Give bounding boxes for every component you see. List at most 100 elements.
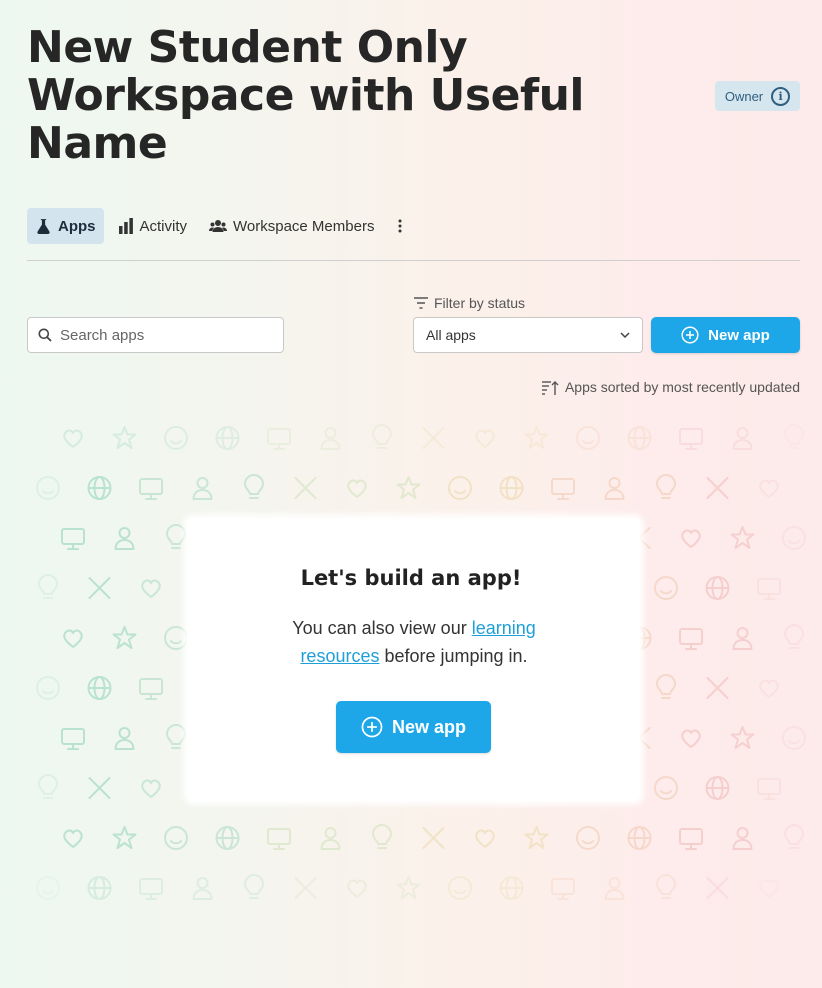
role-label: Owner: [724, 88, 764, 104]
tools-icon: [294, 877, 317, 899]
tools-icon: [422, 827, 445, 849]
star-icon: [524, 826, 549, 849]
sort-note: Apps sorted by most recently updated: [541, 376, 800, 398]
monitor-icon: [267, 828, 291, 850]
filter-label-text: Filter by status: [434, 295, 526, 311]
globe-icon: [215, 826, 240, 850]
heart-icon: [63, 429, 83, 448]
globe-icon: [215, 426, 240, 450]
globe-icon: [499, 876, 524, 900]
star-icon: [112, 426, 137, 449]
lightbulb-icon: [38, 774, 58, 799]
globe-icon: [87, 676, 112, 700]
monitor-icon: [757, 778, 781, 800]
sort-note-text: Apps sorted by most recently updated: [564, 379, 800, 395]
monitor-icon: [61, 728, 85, 750]
smiley-icon: [448, 876, 472, 900]
heart-icon: [475, 829, 495, 848]
heart-icon: [759, 479, 779, 498]
tools-icon: [706, 477, 729, 499]
more-options-button[interactable]: [388, 208, 412, 244]
person-icon: [604, 877, 625, 900]
person-icon: [604, 477, 625, 500]
tab-workspace-members[interactable]: Workspace Members: [201, 208, 382, 244]
chevron-down-icon: [620, 332, 630, 338]
person-icon: [192, 877, 213, 900]
empty-state-title: Let's build an app!: [300, 566, 522, 590]
monitor-icon: [139, 678, 163, 700]
empty-state-text-after: before jumping in.: [379, 646, 528, 666]
tools-icon: [706, 877, 729, 899]
heart-icon: [681, 529, 701, 548]
smiley-icon: [36, 676, 60, 700]
lightbulb-icon: [656, 674, 676, 699]
workspace-page: New Student Only Workspace with Useful N…: [0, 0, 822, 988]
person-icon: [114, 727, 135, 750]
smiley-icon: [36, 476, 60, 500]
lightbulb-icon: [784, 424, 804, 449]
tab-label: Apps: [58, 217, 96, 235]
filter-label: Filter by status: [414, 293, 525, 313]
bar-chart-icon: [118, 218, 133, 234]
person-icon: [732, 627, 753, 650]
star-icon: [112, 626, 137, 649]
heart-icon: [63, 829, 83, 848]
smiley-icon: [36, 876, 60, 900]
lightbulb-icon: [656, 474, 676, 499]
page-title: New Student Only Workspace with Useful N…: [27, 22, 585, 169]
monitor-icon: [551, 478, 575, 500]
lightbulb-icon: [656, 874, 676, 899]
lightbulb-icon: [166, 524, 186, 549]
workspace-tabs: Apps Activity Workspace Members: [27, 208, 412, 244]
empty-state-button-label: New app: [391, 716, 466, 737]
tools-icon: [294, 477, 317, 499]
star-icon: [524, 426, 549, 449]
users-icon: [209, 220, 228, 232]
monitor-icon: [267, 428, 291, 450]
tab-activity[interactable]: Activity: [110, 208, 196, 244]
search-input[interactable]: [60, 326, 260, 344]
globe-icon: [627, 426, 652, 450]
empty-state-new-app-button[interactable]: New app: [336, 701, 491, 753]
empty-state-text: You can also view our learning resources…: [260, 614, 568, 670]
role-badge[interactable]: Owner i: [715, 81, 800, 111]
heart-icon: [759, 879, 779, 898]
smiley-icon: [576, 426, 600, 450]
tools-icon: [88, 777, 111, 799]
lightbulb-icon: [784, 624, 804, 649]
person-icon: [732, 427, 753, 450]
new-app-button[interactable]: New app: [651, 317, 800, 353]
star-icon: [730, 526, 755, 549]
smiley-icon: [782, 526, 806, 550]
star-icon: [396, 476, 421, 499]
info-icon[interactable]: i: [771, 86, 791, 106]
tabs-divider: [27, 260, 800, 261]
tab-apps[interactable]: Apps: [27, 208, 104, 244]
lightbulb-icon: [244, 874, 264, 899]
heart-icon: [347, 479, 367, 498]
search-box[interactable]: [27, 317, 284, 353]
tools-icon: [422, 427, 445, 449]
smiley-icon: [448, 476, 472, 500]
monitor-icon: [551, 878, 575, 900]
heart-icon: [759, 679, 779, 698]
globe-icon: [627, 826, 652, 850]
tab-label: Activity: [139, 217, 188, 235]
lightbulb-icon: [372, 824, 392, 849]
globe-icon: [87, 876, 112, 900]
plus-circle-icon: [361, 716, 383, 738]
smiley-icon: [782, 726, 806, 750]
globe-icon: [87, 476, 112, 500]
heart-icon: [347, 879, 367, 898]
heart-icon: [141, 779, 161, 798]
heart-icon: [63, 629, 83, 648]
flask-icon: [37, 218, 50, 234]
smiley-icon: [576, 826, 600, 850]
person-icon: [320, 827, 341, 850]
person-icon: [114, 527, 135, 550]
smiley-icon: [164, 626, 188, 650]
tab-label: Workspace Members: [233, 217, 375, 235]
status-filter-select[interactable]: All apps: [413, 317, 643, 353]
person-icon: [192, 477, 213, 500]
heart-icon: [681, 729, 701, 748]
